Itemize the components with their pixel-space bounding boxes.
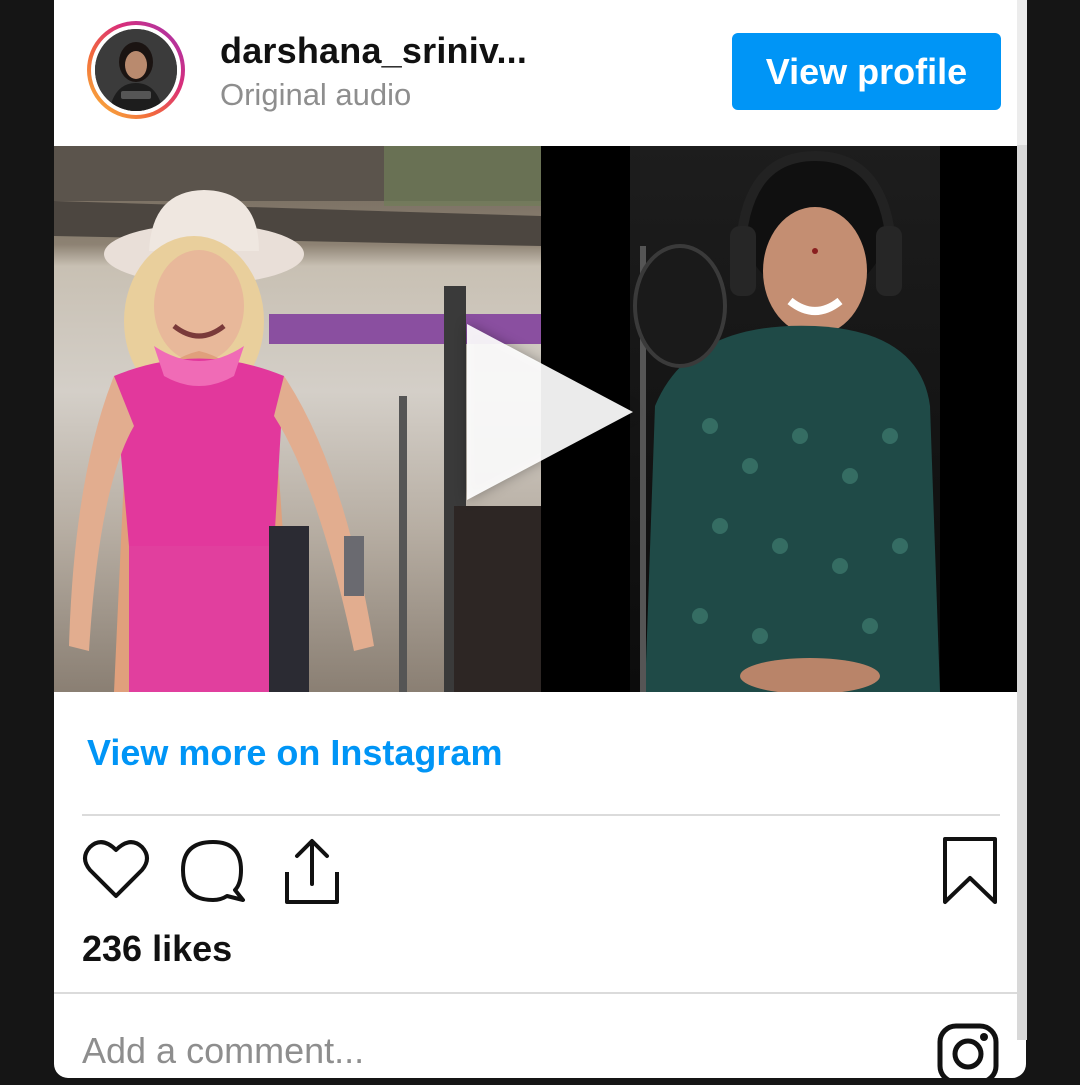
instagram-embed-card: darshana_sriniv... Original audio View p… (54, 0, 1026, 1078)
share-icon[interactable] (281, 836, 343, 906)
avatar-photo (95, 29, 177, 111)
scrollbar-thumb[interactable] (1017, 0, 1027, 145)
video-media[interactable] (54, 146, 1017, 692)
username[interactable]: darshana_sriniv... (220, 30, 527, 72)
play-icon[interactable] (467, 324, 633, 500)
heart-icon[interactable] (82, 838, 150, 900)
audio-label[interactable]: Original audio (220, 77, 411, 113)
divider (54, 992, 1026, 994)
post-header: darshana_sriniv... Original audio View p… (54, 0, 1026, 146)
instagram-icon[interactable] (936, 1022, 1000, 1078)
divider (82, 814, 1000, 816)
bookmark-icon[interactable] (942, 836, 998, 906)
comment-icon[interactable] (179, 838, 247, 904)
add-comment-input[interactable] (82, 1030, 682, 1072)
avatar[interactable] (87, 21, 185, 119)
view-more-link[interactable]: View more on Instagram (87, 732, 502, 774)
scrollbar-track[interactable] (1017, 0, 1027, 1040)
likes-count[interactable]: 236 likes (82, 928, 232, 970)
view-profile-button[interactable]: View profile (732, 33, 1001, 110)
